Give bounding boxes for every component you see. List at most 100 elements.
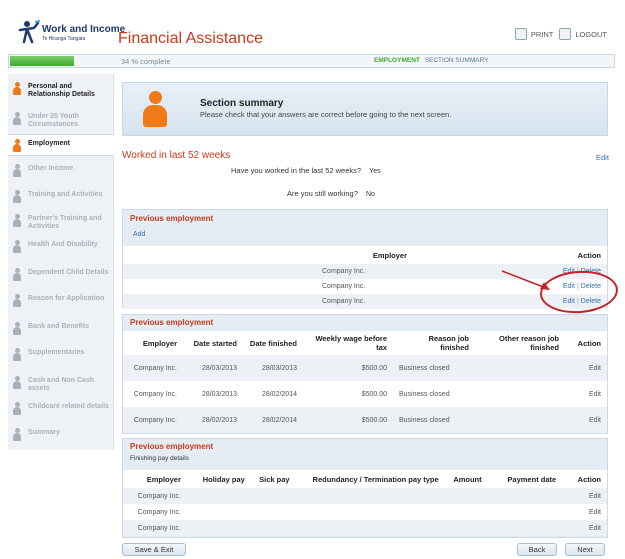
employer-cell: Company Inc. bbox=[123, 504, 187, 520]
crumb-next: SECTION SUMMARY bbox=[424, 57, 489, 64]
wage-cell: $500.00 bbox=[303, 355, 393, 381]
progress-breadcrumb: EMPLOYMENT SECTION SUMMARY bbox=[374, 57, 489, 64]
employer-cell: Company Inc. bbox=[123, 488, 187, 504]
column-header: Amount bbox=[444, 470, 488, 488]
column-header: Date finished bbox=[243, 331, 303, 355]
column-header: Payment date bbox=[487, 470, 563, 488]
panel-title: Previous employment bbox=[130, 442, 214, 451]
table-row: Company Inc. Edit bbox=[123, 520, 607, 536]
work-and-income-logo[interactable]: Work and Income Te Hiranga Tangata bbox=[14, 18, 125, 48]
printer-icon bbox=[514, 28, 527, 40]
person-icon bbox=[12, 164, 22, 178]
other-reason-cell bbox=[475, 381, 565, 407]
date-finished-cell: 28/03/2013 bbox=[243, 355, 303, 381]
crumb-current: EMPLOYMENT bbox=[374, 57, 420, 64]
table-row: Company Inc. 28/02/2013 28/02/2014 $500.… bbox=[123, 407, 607, 433]
person-icon bbox=[12, 82, 22, 96]
column-header: Action bbox=[562, 470, 607, 488]
employer-cell: Company Inc. bbox=[123, 355, 183, 381]
question-label: Are you still working? bbox=[287, 189, 358, 198]
sidebar-item-label: Other Income bbox=[28, 165, 74, 172]
column-header: Employer bbox=[123, 331, 183, 355]
column-header: Holiday pay bbox=[186, 470, 251, 488]
employer-cell: Company Inc. bbox=[123, 264, 413, 279]
person-icon bbox=[12, 428, 22, 442]
person-icon bbox=[12, 376, 22, 390]
edit-link[interactable]: Edit bbox=[565, 407, 607, 433]
column-header: Employer bbox=[123, 470, 187, 488]
column-header: Redundancy / Termination pay type bbox=[295, 470, 445, 488]
worked-section-title: Worked in last 52 weeks bbox=[122, 150, 231, 161]
table-row: Company Inc. 28/03/2013 28/02/2014 $500.… bbox=[123, 381, 607, 407]
table-row: Company Inc. 28/03/2013 28/03/2013 $500.… bbox=[123, 355, 607, 381]
sidebar-item-label: Health And Disability bbox=[28, 241, 98, 248]
print-link[interactable]: PRINT bbox=[514, 28, 554, 40]
sidebar-item-label: Cash and Non Cash assets bbox=[28, 377, 95, 392]
sidebar-item-bank[interactable]: Bank and Benefits bbox=[8, 322, 114, 338]
finishing-pay-table: Employer Holiday pay Sick pay Redundancy… bbox=[123, 470, 607, 536]
person-icon bbox=[12, 190, 22, 204]
date-started-cell: 28/03/2013 bbox=[183, 355, 243, 381]
sidebar-item-label: Supplementaries bbox=[28, 349, 85, 356]
sidebar-item-personal[interactable]: Personal and Relationship Details bbox=[8, 82, 114, 106]
edit-link[interactable]: Edit bbox=[562, 488, 607, 504]
save-exit-button[interactable]: Save & Exit bbox=[122, 543, 186, 556]
date-started-cell: 28/03/2013 bbox=[183, 381, 243, 407]
next-button[interactable]: Next bbox=[565, 543, 605, 556]
sidebar-item-youth[interactable]: Under 20 Youth Circumstances bbox=[8, 112, 114, 132]
sidebar-item-dependent-child[interactable]: Dependent Child Details bbox=[8, 268, 114, 288]
person-icon bbox=[12, 112, 22, 126]
sidebar-item-other-income[interactable]: Other Income bbox=[8, 164, 114, 180]
sidebar-item-supplementaries[interactable]: Supplementaries bbox=[8, 348, 114, 364]
header: Work and Income Te Hiranga Tangata Finan… bbox=[0, 0, 625, 50]
previous-employment-details: Previous employment Employer Date starte… bbox=[122, 314, 608, 434]
edit-link[interactable]: Edit bbox=[562, 520, 607, 536]
finishing-pay-details: Previous employment Finishing pay detail… bbox=[122, 438, 608, 538]
employer-cell: Company Inc. bbox=[123, 520, 187, 536]
person-icon bbox=[12, 402, 22, 416]
top-links: PRINT LOGOUT bbox=[514, 28, 607, 40]
sidebar-item-childcare[interactable]: Childcare related details bbox=[8, 402, 114, 422]
logout-link[interactable]: LOGOUT bbox=[559, 28, 607, 40]
sidebar-item-assets[interactable]: Cash and Non Cash assets bbox=[8, 376, 114, 396]
print-label: PRINT bbox=[530, 29, 554, 39]
logo-figure-icon bbox=[18, 20, 40, 44]
sidebar-item-reason[interactable]: Reason for Application bbox=[8, 294, 114, 310]
column-header: Employer bbox=[123, 246, 413, 264]
back-button[interactable]: Back bbox=[517, 543, 557, 556]
person-icon bbox=[12, 348, 22, 362]
banner-title: Section summary bbox=[200, 98, 284, 109]
employer-cell: Company Inc. bbox=[123, 407, 183, 433]
sidebar-item-label: Summary bbox=[28, 429, 60, 436]
employer-cell: Company Inc. bbox=[123, 279, 413, 294]
column-header: Reason job finished bbox=[393, 331, 475, 355]
column-header: Action bbox=[413, 246, 607, 264]
worked-edit-link[interactable]: Edit bbox=[596, 153, 609, 162]
sidebar: Personal and Relationship Details Under … bbox=[8, 74, 114, 450]
sidebar-item-health[interactable]: Health And Disability bbox=[8, 240, 114, 256]
sidebar-item-summary[interactable]: Summary bbox=[8, 428, 114, 444]
edit-link[interactable]: Edit bbox=[565, 355, 607, 381]
reason-cell: Business closed bbox=[393, 407, 475, 433]
date-started-cell: 28/02/2013 bbox=[183, 407, 243, 433]
sidebar-item-label: Dependent Child Details bbox=[28, 269, 109, 276]
sidebar-item-employment[interactable]: Employment bbox=[8, 134, 114, 156]
progress-percent: 34 % complete bbox=[121, 57, 171, 66]
sidebar-item-partner-training[interactable]: Partner's Training and Activities bbox=[8, 214, 114, 234]
column-header: Sick pay bbox=[250, 470, 296, 488]
sidebar-item-training[interactable]: Training and Activities bbox=[8, 190, 114, 206]
banner-subtitle: Please check that your answers are corre… bbox=[200, 110, 452, 119]
add-employment-link[interactable]: Add bbox=[133, 231, 145, 238]
question-worked: Have you worked in the last 52 weeks? Ye… bbox=[231, 166, 381, 175]
person-icon bbox=[12, 139, 22, 153]
sidebar-item-label: Training and Activities bbox=[28, 191, 103, 198]
answer-value: No bbox=[365, 191, 375, 198]
other-reason-cell bbox=[475, 407, 565, 433]
person-icon bbox=[141, 91, 169, 131]
edit-link[interactable]: Edit bbox=[565, 381, 607, 407]
logo-title: Work and Income bbox=[42, 24, 126, 35]
panel-title: Previous employment bbox=[130, 214, 214, 223]
employment-details-table: Employer Date started Date finished Week… bbox=[123, 331, 607, 433]
edit-link[interactable]: Edit bbox=[562, 504, 607, 520]
reason-cell: Business closed bbox=[393, 355, 475, 381]
